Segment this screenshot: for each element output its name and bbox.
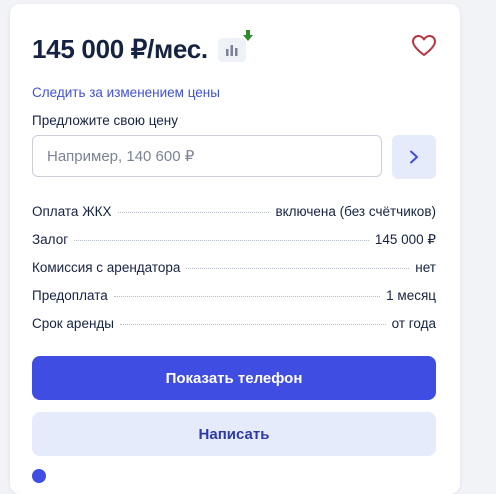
heart-icon [412, 35, 436, 56]
detail-value: 145 000 ₽ [374, 232, 436, 247]
detail-row-utilities: Оплата ЖКХ включена (без счётчиков) [32, 204, 436, 232]
detail-label: Оплата ЖКХ [32, 204, 112, 219]
detail-row-prepayment: Предоплата 1 месяц [32, 288, 436, 316]
info-icon [32, 469, 46, 483]
detail-label: Срок аренды [32, 316, 114, 331]
dotted-leader [119, 324, 386, 325]
submit-offer-button[interactable] [392, 135, 436, 179]
detail-value: 1 месяц [386, 288, 436, 303]
detail-value: от года [391, 316, 436, 331]
price-history-button[interactable] [217, 29, 253, 62]
offer-price-input[interactable] [32, 135, 382, 177]
detail-value: нет [415, 260, 436, 275]
listing-card: 145 000 ₽/мес. Следить за изменением цен… [10, 4, 460, 494]
price: 145 000 ₽/мес. [32, 34, 208, 64]
dotted-leader [117, 212, 270, 213]
dotted-leader [74, 240, 369, 241]
write-message-button[interactable]: Написать [32, 412, 436, 456]
dotted-leader [186, 268, 410, 269]
detail-value: включена (без счётчиков) [275, 204, 436, 219]
detail-row-term: Срок аренды от года [32, 316, 436, 344]
chevron-right-icon [410, 150, 418, 164]
detail-label: Комиссия с арендатора [32, 260, 181, 275]
offer-label: Предложите свою цену [32, 113, 178, 128]
bar-chart-icon [225, 44, 238, 56]
favorite-button[interactable] [410, 32, 438, 60]
track-price-link[interactable]: Следить за изменением цены [32, 85, 220, 100]
arrow-down-icon [242, 29, 253, 41]
rental-details: Оплата ЖКХ включена (без счётчиков) Зало… [32, 204, 436, 344]
show-phone-button[interactable]: Показать телефон [32, 356, 436, 400]
detail-row-commission: Комиссия с арендатора нет [32, 260, 436, 288]
price-row: 145 000 ₽/мес. [32, 29, 253, 65]
dotted-leader [113, 296, 381, 297]
detail-label: Предоплата [32, 288, 108, 303]
detail-label: Залог [32, 232, 69, 247]
detail-row-deposit: Залог 145 000 ₽ [32, 232, 436, 260]
